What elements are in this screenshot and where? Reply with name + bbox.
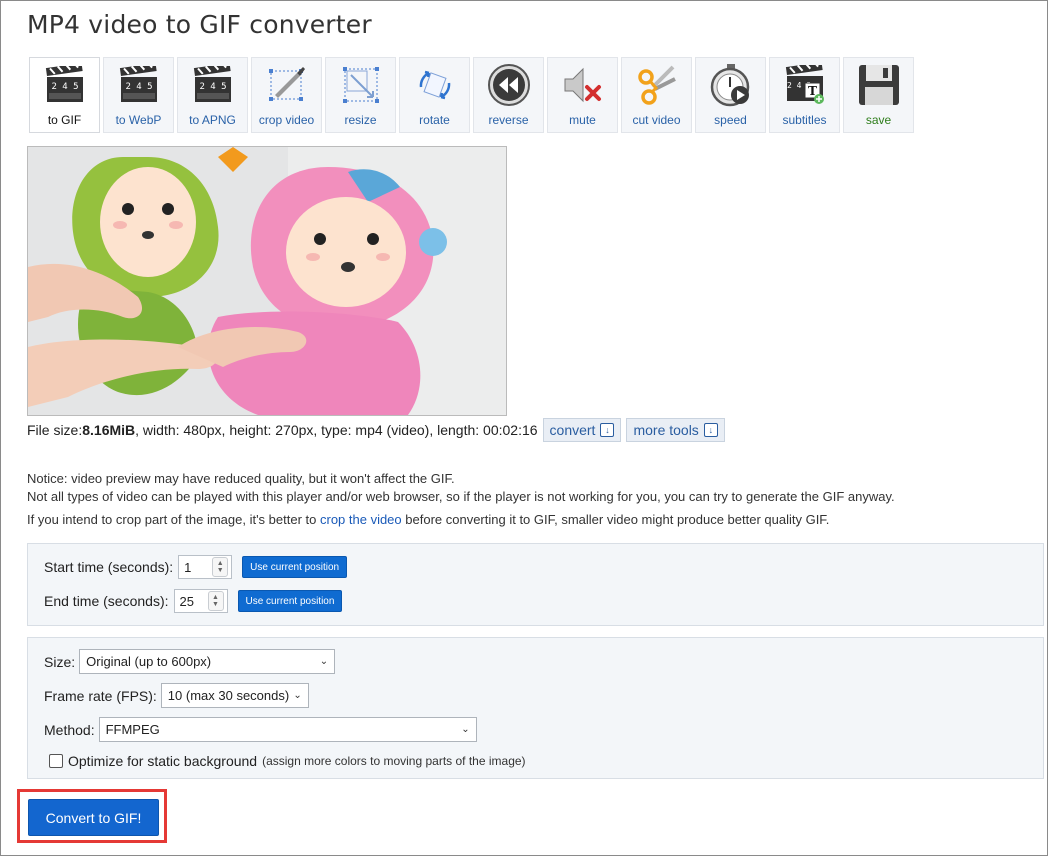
start-use-current-position-button[interactable]: Use current position [242,556,348,578]
tool-subtitles[interactable]: 2 4 5 T subtitles [769,57,840,133]
clapperboard-icon: 2 4 5 [191,63,235,107]
tool-label: to WebP [115,113,162,127]
chevron-down-icon: ⌄ [293,690,302,701]
start-time-value: 1 [184,559,192,575]
tool-label: mute [569,113,596,127]
more-tools-button[interactable]: more tools ↓ [626,418,725,442]
notice-line-2: Not all types of video can be played wit… [27,489,895,504]
more-tools-label: more tools [633,422,699,438]
optimize-note: (assign more colors to moving parts of t… [262,754,526,768]
end-time-row: End time (seconds): 25 ▲ ▼ Use current po… [44,589,343,613]
crop-icon [265,63,309,107]
tool-resize[interactable]: resize [325,57,396,133]
fps-select-value: 10 (max 30 seconds) [167,688,290,703]
crop-tip-pre: If you intend to crop part of the image,… [27,512,320,527]
end-time-value: 25 [179,593,194,609]
start-time-label: Start time (seconds): [44,559,174,575]
notice-text: Notice: video preview may have reduced q… [27,470,895,506]
fps-row: Frame rate (FPS): 10 (max 30 seconds) ⌄ [44,683,309,708]
page-title: MP4 video to GIF converter [27,10,372,39]
size-label: Size: [44,653,76,670]
tool-label: speed [714,113,747,127]
size-select[interactable]: Original (up to 600px) ⌄ [79,649,336,674]
tool-rotate[interactable]: rotate [399,57,470,133]
clapperboard-icon: 2 4 5 [117,63,161,107]
download-arrow-icon: ↓ [600,423,615,437]
tool-save[interactable]: save [843,57,914,133]
file-info: File size: 8.16MiB , width: 480px, heigh… [27,418,725,442]
tool-label: to GIF [47,113,82,127]
end-use-current-position-button[interactable]: Use current position [237,590,343,612]
rewind-icon [487,63,531,107]
tool-label: rotate [419,113,450,127]
tool-mute[interactable]: mute [547,57,618,133]
start-time-input[interactable]: 1 ▲ ▼ [178,555,233,579]
file-info-prefix: File size: [27,422,83,438]
size-row: Size: Original (up to 600px) ⌄ [44,649,336,674]
video-frame-image [28,147,506,415]
tool-label: to APNG [189,113,236,127]
tool-label: crop video [258,113,315,127]
clapperboard-icon: 2 4 5 [43,63,87,107]
time-panel: Start time (seconds): 1 ▲ ▼ Use current p… [27,543,1044,626]
svg-text:2 4 5: 2 4 5 [51,82,78,92]
tool-label: resize [344,113,377,127]
spinner-icon[interactable]: ▲ ▼ [207,591,224,611]
fps-select[interactable]: 10 (max 30 seconds) ⌄ [160,683,309,708]
convert-label: convert [549,422,596,438]
stopwatch-icon [709,63,753,107]
method-row: Method: FFMPEG ⌄ [44,717,477,742]
subtitles-icon: 2 4 5 T [783,63,827,107]
optimize-checkbox[interactable] [49,754,63,768]
download-arrow-icon: ↓ [703,423,718,437]
scissors-icon [635,63,679,107]
tool-crop-video[interactable]: crop video [251,57,322,133]
chevron-down-icon: ⌄ [461,724,470,735]
fps-label: Frame rate (FPS): [44,687,157,704]
tool-to-gif[interactable]: 2 4 5 to GIF [29,57,100,133]
file-info-details: , width: 480px, height: 270px, type: mp4… [135,422,538,438]
end-time-input[interactable]: 25 ▲ ▼ [173,589,228,613]
tool-cut-video[interactable]: cut video [621,57,692,133]
crop-tip: If you intend to crop part of the image,… [27,512,829,527]
tool-reverse[interactable]: reverse [473,57,544,133]
tool-speed[interactable]: speed [695,57,766,133]
tool-toolbar: 2 4 5 to GIF 2 4 5 to WebP 2 4 5 to APNG… [29,57,946,135]
speaker-mute-icon [561,63,605,107]
method-select[interactable]: FFMPEG ⌄ [98,717,477,742]
tool-label: reverse [488,113,529,127]
crop-tip-post: before converting it to GIF, smaller vid… [401,512,830,527]
chevron-down-icon: ⌄ [319,656,329,667]
video-preview[interactable] [27,146,507,416]
notice-line-1: Notice: video preview may have reduced q… [27,471,455,486]
size-select-value: Original (up to 600px) [86,654,212,669]
floppy-disk-icon [857,63,901,107]
convert-dropdown-button[interactable]: convert ↓ [542,418,622,442]
crop-video-link[interactable]: crop the video [320,512,402,527]
svg-text:2 4 5: 2 4 5 [199,82,226,92]
tool-label: subtitles [782,113,827,127]
convert-to-gif-button[interactable]: Convert to GIF! [28,799,159,836]
resize-icon [339,63,383,107]
svg-text:2 4 5: 2 4 5 [125,82,152,92]
start-time-row: Start time (seconds): 1 ▲ ▼ Use current p… [44,555,348,579]
method-label: Method: [44,721,95,738]
file-size-value: 8.16MiB [82,422,136,438]
options-panel: Size: Original (up to 600px) ⌄ Frame rat… [27,637,1044,779]
optimize-row: Optimize for static background (assign m… [49,753,526,769]
tool-to-webp[interactable]: 2 4 5 to WebP [103,57,174,133]
tool-label: cut video [632,113,681,127]
method-select-value: FFMPEG [105,722,160,737]
tool-label: save [865,113,892,127]
rotate-icon [413,63,457,107]
optimize-label[interactable]: Optimize for static background [68,753,257,769]
end-time-label: End time (seconds): [44,593,169,609]
tool-to-apng[interactable]: 2 4 5 to APNG [177,57,248,133]
spinner-icon[interactable]: ▲ ▼ [212,557,229,577]
